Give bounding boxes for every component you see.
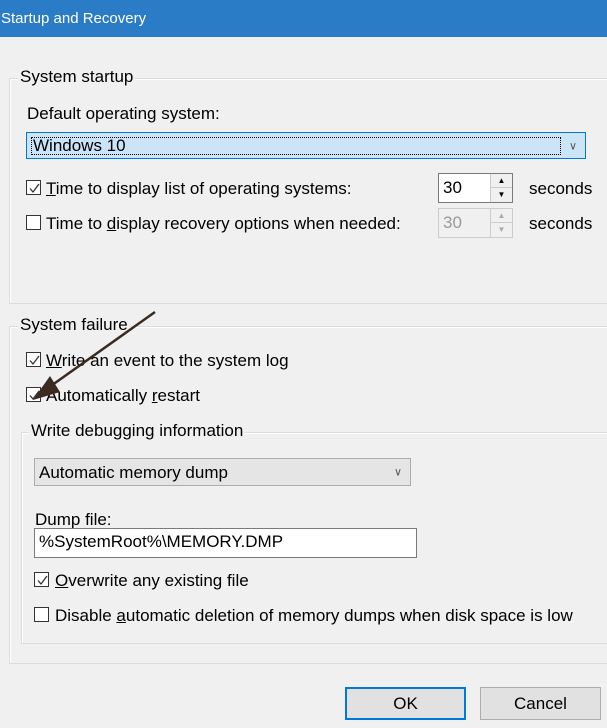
- window-title: Startup and Recovery: [1, 10, 147, 27]
- default-os-dropdown[interactable]: Windows 10 ∨: [26, 132, 586, 159]
- label-accel: O: [55, 571, 69, 590]
- label-accel: W: [46, 351, 62, 370]
- label-text: utomatic deletion of memory dumps when d…: [125, 606, 573, 625]
- label-accel: a: [116, 606, 126, 625]
- title-bar: Startup and Recovery: [0, 0, 607, 37]
- label-text: rite an event to the system log: [61, 351, 289, 370]
- dump-type-value: Automatic memory dump: [39, 463, 228, 482]
- overwrite-label: Overwrite any existing file: [55, 571, 249, 591]
- cancel-button[interactable]: Cancel: [480, 687, 601, 720]
- label-text: verwrite any existing file: [68, 571, 249, 590]
- label-text: Disable: [55, 606, 117, 625]
- label-text: Time to: [46, 214, 107, 233]
- spinner-value: 30: [443, 178, 462, 197]
- spin-up-icon[interactable]: ▲: [491, 174, 512, 188]
- spin-up-icon[interactable]: ▲: [491, 209, 512, 223]
- dump-file-label: Dump file:: [35, 510, 112, 529]
- checkmark-icon: [29, 183, 40, 194]
- seconds-label: seconds: [529, 179, 593, 198]
- dump-file-value: %SystemRoot%\MEMORY.DMP: [39, 532, 284, 551]
- label-text: isplay recovery options when needed:: [116, 214, 401, 233]
- chevron-down-icon: ∨: [393, 466, 402, 479]
- spin-down-icon[interactable]: ▼: [491, 223, 512, 237]
- display-recovery-spinner[interactable]: 30 ▲ ▼: [438, 208, 513, 238]
- disable-auto-delete-label: Disable automatic deletion of memory dum…: [55, 606, 573, 626]
- seconds-label: seconds: [529, 214, 593, 233]
- group-label: Write debugging information: [29, 421, 246, 441]
- checkmark-icon: [29, 390, 40, 401]
- dump-file-input[interactable]: %SystemRoot%\MEMORY.DMP: [34, 528, 417, 558]
- auto-restart-label: Automatically restart: [46, 386, 200, 406]
- label-text: ime to display list of operating systems…: [55, 179, 352, 198]
- label-text: estart: [157, 386, 201, 405]
- display-recovery-label: Time to display recovery options when ne…: [46, 214, 401, 234]
- dump-type-dropdown[interactable]: Automatic memory dump ∨: [34, 458, 411, 486]
- display-list-checkbox[interactable]: [26, 180, 41, 195]
- group-label: System startup: [18, 67, 136, 87]
- spinner-value: 30: [443, 213, 462, 232]
- display-list-spinner[interactable]: 30 ▲ ▼: [438, 173, 513, 203]
- disable-auto-delete-checkbox[interactable]: [34, 607, 49, 622]
- default-os-value: Windows 10: [31, 137, 561, 155]
- spin-down-icon[interactable]: ▼: [491, 188, 512, 202]
- overwrite-checkbox[interactable]: [34, 572, 49, 587]
- label-accel: d: [106, 214, 117, 233]
- display-recovery-checkbox[interactable]: [26, 215, 41, 230]
- write-event-checkbox[interactable]: [26, 352, 41, 367]
- checkmark-icon: [29, 355, 40, 366]
- auto-restart-checkbox[interactable]: [26, 387, 41, 402]
- label-accel: T: [46, 179, 56, 198]
- chevron-down-icon: ∨: [568, 140, 577, 152]
- checkmark-icon: [37, 575, 48, 586]
- label-text: Automatically: [46, 386, 152, 405]
- default-os-label: Default operating system:: [27, 104, 220, 123]
- display-list-label: Time to display list of operating system…: [46, 179, 352, 199]
- write-event-label: Write an event to the system log: [46, 351, 289, 371]
- group-label: System failure: [18, 315, 130, 335]
- ok-button[interactable]: OK: [345, 687, 466, 720]
